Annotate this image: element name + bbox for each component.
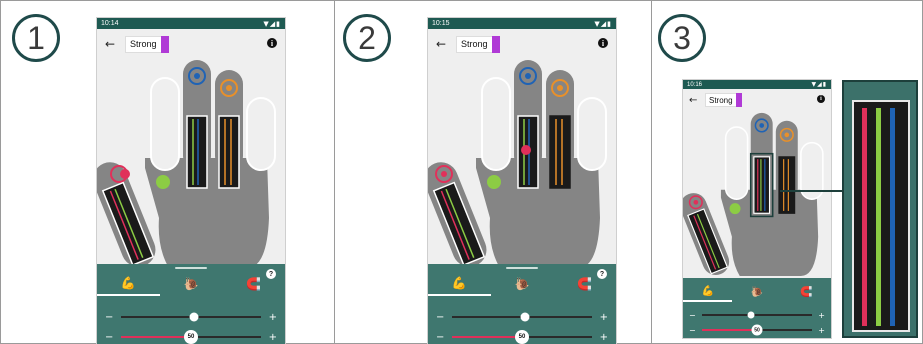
- intensity-slider[interactable]: [121, 312, 261, 322]
- blue-marker-dot: [759, 123, 765, 128]
- ring-channel: [778, 156, 796, 214]
- snail-icon: 🐌: [750, 286, 764, 298]
- level-slider[interactable]: 50: [452, 330, 592, 344]
- magnet-icon: 🧲: [800, 286, 813, 298]
- blue-marker-dot: [194, 73, 200, 79]
- phone-screen-1: 10:14 ▼◢▮ ← Strong i 💪 🐌 🧲 ? − + − 50 +: [97, 18, 285, 344]
- panel-divider: [651, 0, 652, 344]
- pink-marker-dot: [441, 171, 447, 177]
- zoom-connector: [780, 190, 842, 192]
- snail-icon: 🐌: [183, 277, 199, 291]
- slider-value[interactable]: 50: [184, 330, 198, 344]
- step-number-1: 1: [12, 14, 60, 62]
- magnet-icon: 🧲: [246, 277, 262, 291]
- arm-flex-icon: 💪: [701, 285, 714, 297]
- pinky-finger-outline: [246, 97, 276, 171]
- pink-marker-dot: [693, 199, 699, 205]
- panel-drag-handle[interactable]: [175, 267, 207, 269]
- intensity-row: − +: [97, 310, 285, 324]
- blue-marker-dot: [525, 73, 531, 79]
- minus-button[interactable]: −: [105, 312, 113, 323]
- hand-diagram: [97, 60, 276, 268]
- plus-button[interactable]: +: [269, 332, 277, 343]
- phone-screen-3: 10:16 ▼◢▮ ← Strong i 💪 🐌 🧲 − + − 50 +: [683, 80, 831, 338]
- snail-icon: 🐌: [514, 277, 530, 291]
- intensity-slider[interactable]: [701, 311, 813, 319]
- middle-channel: [186, 115, 208, 189]
- zoom-line-blue: [890, 108, 895, 326]
- panel-divider: [334, 0, 335, 344]
- slider-fill: [452, 336, 522, 338]
- panel-tabs: 💪 🐌 🧲: [683, 282, 831, 302]
- minus-button[interactable]: −: [436, 332, 444, 343]
- slider-thumb[interactable]: [747, 311, 755, 319]
- panel-drag-handle[interactable]: [506, 267, 538, 269]
- middle-channel: [753, 156, 771, 214]
- plus-button[interactable]: +: [818, 311, 825, 320]
- slider-fill: [121, 336, 191, 338]
- step-number-2: 2: [343, 14, 391, 62]
- level-slider[interactable]: 50: [121, 330, 261, 344]
- phone-screen-2: 10:15 ▼◢▮ ← Strong i 💪 🐌 🧲 ? − + − 50 +: [428, 18, 616, 344]
- minus-button[interactable]: −: [105, 332, 113, 343]
- zoom-channel: [852, 100, 910, 332]
- ring-channel: [218, 115, 240, 189]
- level-slider[interactable]: 50: [701, 324, 813, 336]
- intensity-slider[interactable]: [452, 312, 592, 322]
- strength-tab[interactable]: 💪: [97, 272, 160, 296]
- strength-tab[interactable]: 💪: [428, 272, 491, 296]
- slider-fill: [701, 329, 757, 331]
- index-finger-outline: [481, 77, 511, 171]
- orange-marker-dot: [784, 132, 790, 138]
- orange-marker-dot: [226, 85, 232, 91]
- bottom-panel: 💪 🐌 🧲 ? − + − 50 +: [428, 264, 616, 344]
- slider-thumb[interactable]: [189, 312, 199, 322]
- slider-value[interactable]: 50: [515, 330, 529, 344]
- zoom-line-pink: [862, 108, 867, 326]
- green-dot[interactable]: [729, 203, 741, 215]
- hand-diagram: [428, 60, 607, 268]
- intensity-row: − +: [683, 309, 831, 321]
- plus-button[interactable]: +: [600, 312, 608, 323]
- snail-tab[interactable]: 🐌: [732, 282, 781, 302]
- snail-tab[interactable]: 🐌: [160, 272, 223, 296]
- plus-button[interactable]: +: [269, 312, 277, 323]
- pink-drag-dot[interactable]: [120, 169, 130, 179]
- help-icon[interactable]: ?: [266, 269, 276, 279]
- level-row: − 50 +: [683, 324, 831, 336]
- magnet-icon: 🧲: [577, 277, 593, 291]
- pinky-finger-outline: [577, 97, 607, 171]
- panel-tabs: 💪 🐌 🧲: [97, 272, 285, 296]
- orange-marker-dot: [557, 85, 563, 91]
- zoom-line-green: [876, 108, 881, 326]
- minus-button[interactable]: −: [436, 312, 444, 323]
- bottom-panel: 💪 🐌 🧲 − + − 50 +: [683, 278, 831, 338]
- zoom-callout: [842, 80, 918, 338]
- panel-tabs: 💪 🐌 🧲: [428, 272, 616, 296]
- intensity-row: − +: [428, 310, 616, 324]
- minus-button[interactable]: −: [689, 311, 696, 320]
- arm-flex-icon: 💪: [120, 276, 136, 290]
- pink-dropped-dot[interactable]: [521, 145, 531, 155]
- plus-button[interactable]: +: [818, 326, 825, 335]
- index-finger-outline: [150, 77, 180, 171]
- index-finger-outline: [724, 126, 749, 200]
- arm-flex-icon: 💪: [451, 276, 467, 290]
- bottom-panel: 💪 🐌 🧲 ? − + − 50 +: [97, 264, 285, 344]
- ring-channel: [549, 115, 571, 189]
- help-icon[interactable]: ?: [597, 269, 607, 279]
- level-row: − 50 +: [428, 330, 616, 344]
- minus-button[interactable]: −: [689, 326, 696, 335]
- slider-thumb[interactable]: [520, 312, 530, 322]
- snail-tab[interactable]: 🐌: [491, 272, 554, 296]
- hand-diagram: [683, 112, 824, 276]
- level-row: − 50 +: [97, 330, 285, 344]
- green-dot[interactable]: [156, 175, 170, 189]
- slider-value[interactable]: 50: [751, 324, 763, 336]
- step-number-3: 3: [658, 14, 706, 62]
- green-dot[interactable]: [487, 175, 501, 189]
- strength-tab[interactable]: 💪: [683, 282, 733, 302]
- magnet-tab[interactable]: 🧲: [782, 282, 831, 302]
- plus-button[interactable]: +: [600, 332, 608, 343]
